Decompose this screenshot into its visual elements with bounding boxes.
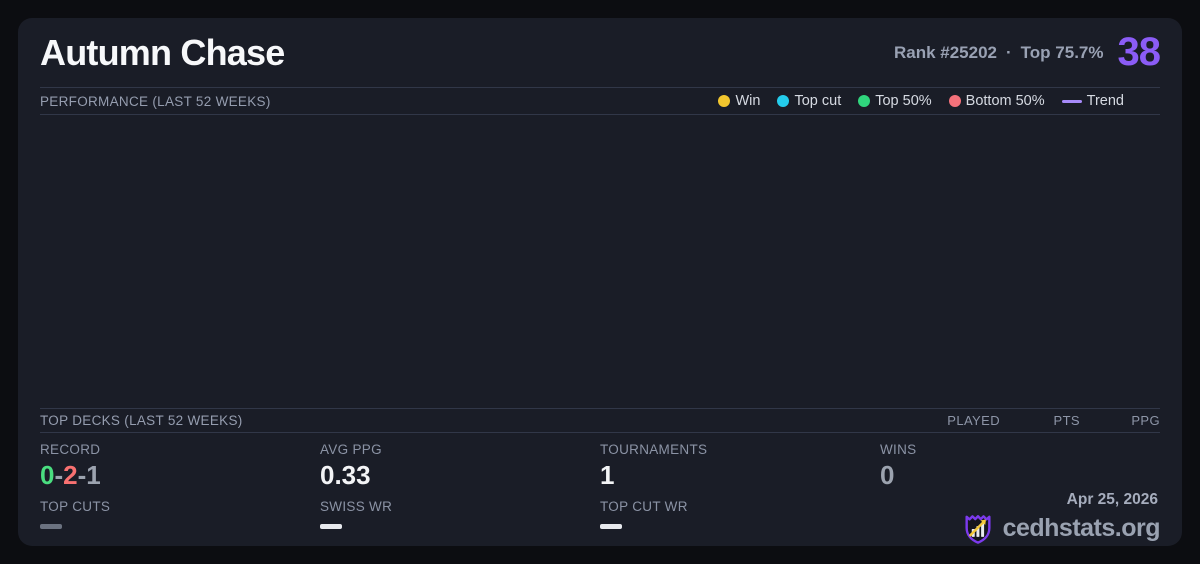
performance-header: PERFORMANCE (LAST 52 WEEKS) Win Top cut … — [40, 87, 1160, 115]
top-decks-header: TOP DECKS (LAST 52 WEEKS) PLAYED PTS PPG — [40, 408, 1160, 433]
avg-ppg-value: 0.33 — [320, 461, 600, 490]
rank-separator: · — [1006, 43, 1012, 63]
swiss-wr-empty-dash — [320, 524, 342, 529]
top-cuts-empty-dash — [40, 524, 62, 529]
win-dot-icon — [718, 95, 730, 107]
stat-record: RECORD 0-2-1 — [40, 433, 320, 490]
tournaments-label: TOURNAMENTS — [600, 442, 880, 457]
swiss-wr-label: SWISS WR — [320, 499, 600, 514]
rank-text: Rank #25202 · Top 75.7% — [894, 43, 1104, 63]
top-cut-dot-icon — [777, 95, 789, 107]
card-header: Autumn Chase Rank #25202 · Top 75.7% 38 — [40, 18, 1160, 87]
top-decks-title: TOP DECKS (LAST 52 WEEKS) — [40, 413, 243, 428]
player-stats-card: Autumn Chase Rank #25202 · Top 75.7% 38 … — [18, 18, 1182, 546]
cedhstats-shield-logo-icon — [961, 510, 995, 546]
player-name: Autumn Chase — [40, 32, 284, 74]
brand-name: cedhstats.org — [1003, 514, 1160, 543]
legend-item-trend: Trend — [1062, 93, 1124, 109]
trend-line-icon — [1062, 100, 1082, 103]
percentile-label: Top 75.7% — [1021, 43, 1104, 63]
tournaments-value: 1 — [600, 461, 880, 490]
legend-label-trend: Trend — [1087, 93, 1124, 109]
stat-wins: WINS 0 — [880, 433, 1160, 490]
record-draws: 1 — [86, 460, 100, 490]
legend-label-top-50: Top 50% — [875, 93, 931, 109]
legend-item-top-50: Top 50% — [858, 93, 931, 109]
column-pts: PTS — [1000, 413, 1080, 428]
wins-value: 0 — [880, 461, 1160, 490]
record-wins: 0 — [40, 460, 54, 490]
record-losses: 2 — [63, 460, 77, 490]
rank-label: Rank #25202 — [894, 43, 997, 63]
legend-item-win: Win — [718, 93, 760, 109]
legend-item-bottom-50: Bottom 50% — [949, 93, 1045, 109]
brand-footer[interactable]: cedhstats.org — [961, 510, 1160, 546]
stat-tournaments: TOURNAMENTS 1 — [600, 433, 880, 490]
stat-swiss-wr: SWISS WR — [320, 490, 600, 534]
top-decks-columns: PLAYED PTS PPG — [920, 413, 1160, 428]
avg-ppg-label: AVG PPG — [320, 442, 600, 457]
chart-legend: Win Top cut Top 50% Bottom 50% Trend — [718, 93, 1124, 109]
bottom-50-dot-icon — [949, 95, 961, 107]
wins-label: WINS — [880, 442, 1160, 457]
top-50-dot-icon — [858, 95, 870, 107]
top-cuts-label: TOP CUTS — [40, 499, 320, 514]
legend-label-bottom-50: Bottom 50% — [966, 93, 1045, 109]
column-ppg: PPG — [1080, 413, 1160, 428]
stat-top-cut-wr: TOP CUT WR — [600, 490, 880, 534]
top-cut-wr-label: TOP CUT WR — [600, 499, 880, 514]
stat-avg-ppg: AVG PPG 0.33 — [320, 433, 600, 490]
record-value: 0-2-1 — [40, 461, 320, 490]
record-label: RECORD — [40, 442, 320, 457]
legend-label-win: Win — [735, 93, 760, 109]
legend-label-top-cut: Top cut — [794, 93, 841, 109]
stat-top-cuts: TOP CUTS — [40, 490, 320, 534]
player-score: 38 — [1118, 30, 1161, 75]
performance-title: PERFORMANCE (LAST 52 WEEKS) — [40, 94, 271, 109]
legend-item-top-cut: Top cut — [777, 93, 841, 109]
generated-date: Apr 25, 2026 — [1067, 491, 1158, 509]
column-played: PLAYED — [920, 413, 1000, 428]
performance-chart — [40, 115, 1160, 408]
top-cut-wr-empty-dash — [600, 524, 622, 529]
rank-summary: Rank #25202 · Top 75.7% 38 — [894, 30, 1160, 75]
